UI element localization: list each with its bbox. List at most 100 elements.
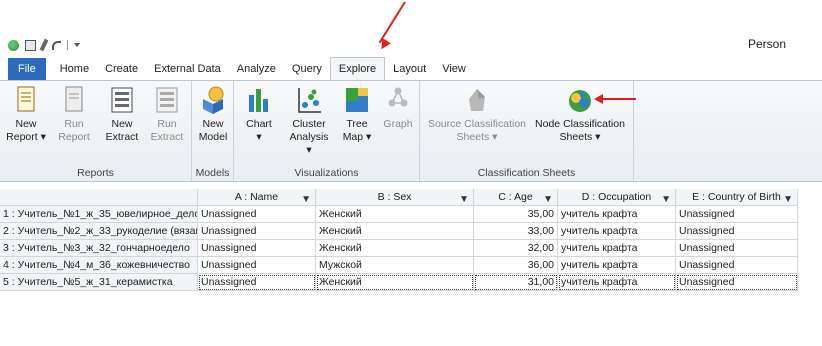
row-header[interactable]: 3 : Учитель_№3_ж_32_гончарноедело [0, 240, 198, 257]
run-extract-label: Run Extract [150, 118, 184, 143]
node-classification-icon [569, 90, 591, 112]
app-icon[interactable] [8, 39, 19, 51]
cell-age[interactable]: 31,00 [474, 274, 558, 291]
cell-country[interactable]: Unassigned [676, 223, 798, 240]
chart-button[interactable]: Chart ▾ [242, 85, 276, 144]
column-header-age[interactable]: C : Age ▼ [474, 189, 558, 206]
column-header-age-label: C : Age [498, 191, 533, 203]
cell-sex[interactable]: Мужской [316, 257, 474, 274]
group-label-classification-sheets: Classification Sheets [477, 167, 576, 179]
tab-home[interactable]: Home [52, 58, 97, 80]
filter-icon[interactable]: ▼ [661, 192, 671, 205]
annotation-arrow-side-head [594, 94, 603, 104]
tab-view[interactable]: View [434, 58, 474, 80]
group-label-reports: Reports [77, 167, 114, 179]
ribbon-tabs: File Home Create External Data Analyze Q… [0, 57, 822, 80]
cell-sex[interactable]: Женский [316, 240, 474, 257]
cell-occupation[interactable]: учитель крафта [558, 223, 676, 240]
new-report-button[interactable]: New Report ▾ [6, 85, 46, 144]
column-header-name-label: A : Name [234, 191, 279, 203]
table-row[interactable]: 1 : Учитель_№1_ж_35_ювелирное_дело Unass… [0, 206, 800, 223]
quick-access-toolbar [8, 38, 80, 52]
cell-age[interactable]: 35,00 [474, 206, 558, 223]
table-row[interactable]: 4 : Учитель_№4_м_36_кожевничество Unassi… [0, 257, 800, 274]
cell-sex[interactable]: Женский [316, 223, 474, 240]
corner-cell [0, 189, 198, 206]
graph-icon [388, 87, 408, 107]
column-header-occupation-label: D : Occupation [581, 191, 652, 203]
cell-country[interactable]: Unassigned [676, 206, 798, 223]
cell-age[interactable]: 32,00 [474, 240, 558, 257]
column-header-country-of-birth[interactable]: E : Country of Birth ▼ [676, 189, 798, 206]
undo-icon[interactable] [52, 40, 61, 50]
title-bar: Person [0, 0, 822, 56]
node-classification-label: Node Classification Sheets ▾ [535, 118, 625, 143]
cell-country[interactable]: Unassigned [676, 257, 798, 274]
tree-map-button[interactable]: Tree Map ▾ [340, 85, 374, 144]
filter-icon[interactable]: ▼ [459, 192, 469, 205]
cell-age[interactable]: 36,00 [474, 257, 558, 274]
tree-map-icon [346, 88, 368, 112]
cell-name[interactable]: Unassigned [198, 274, 316, 291]
column-header-name[interactable]: A : Name ▼ [198, 189, 316, 206]
cell-name[interactable]: Unassigned [198, 257, 316, 274]
annotation-arrow-side [600, 98, 636, 100]
tab-analyze[interactable]: Analyze [229, 58, 284, 80]
filter-icon[interactable]: ▼ [301, 192, 311, 205]
row-header[interactable]: 2 : Учитель_№2_ж_33_рукоделие (вязание) [0, 223, 198, 240]
run-report-button[interactable]: Run Report [56, 85, 92, 144]
table-row[interactable]: 5 : Учитель_№5_ж_31_керамистка Unassigne… [0, 274, 800, 291]
tab-query[interactable]: Query [284, 58, 330, 80]
pen-icon[interactable] [39, 38, 49, 52]
new-extract-label: New Extract [105, 118, 139, 143]
cell-country[interactable]: Unassigned [676, 240, 798, 257]
ribbon: New Report ▾ Run Report New Extract Run … [0, 80, 822, 182]
cell-age[interactable]: 33,00 [474, 223, 558, 240]
tree-map-label: Tree Map ▾ [342, 118, 372, 143]
cluster-analysis-button[interactable]: Cluster Analysis ▾ [286, 85, 332, 157]
cell-name[interactable]: Unassigned [198, 223, 316, 240]
cell-sex[interactable]: Женский [316, 206, 474, 223]
tab-explore[interactable]: Explore [329, 57, 386, 80]
customize-dropdown-icon[interactable] [74, 43, 80, 47]
new-model-label: New Model [198, 118, 228, 143]
new-report-icon [17, 86, 35, 112]
filter-icon[interactable]: ▼ [783, 192, 793, 205]
cell-occupation[interactable]: учитель крафта [558, 257, 676, 274]
column-header-sex[interactable]: B : Sex ▼ [316, 189, 474, 206]
run-report-icon [65, 86, 83, 112]
group-models: New Model Models [192, 81, 234, 181]
cell-name[interactable]: Unassigned [198, 206, 316, 223]
cell-occupation[interactable]: учитель крафта [558, 240, 676, 257]
filter-icon[interactable]: ▼ [543, 192, 553, 205]
row-header[interactable]: 1 : Учитель_№1_ж_35_ювелирное_дело [0, 206, 198, 223]
column-header-occupation[interactable]: D : Occupation ▼ [558, 189, 676, 206]
cell-sex[interactable]: Женский [316, 274, 474, 291]
tab-external-data[interactable]: External Data [146, 58, 229, 80]
column-header-sex-label: B : Sex [377, 191, 412, 203]
cell-name[interactable]: Unassigned [198, 240, 316, 257]
row-header[interactable]: 4 : Учитель_№4_м_36_кожевничество [0, 257, 198, 274]
cell-country[interactable]: Unassigned [676, 274, 798, 291]
cell-occupation[interactable]: учитель крафта [558, 206, 676, 223]
group-visualizations: Chart ▾ Cluster Analysis ▾ Tree Map ▾ Gr… [234, 81, 420, 181]
row-header[interactable]: 5 : Учитель_№5_ж_31_керамистка [0, 274, 198, 291]
new-model-button[interactable]: New Model [194, 85, 232, 144]
tab-layout[interactable]: Layout [385, 58, 434, 80]
run-extract-button[interactable]: Run Extract [148, 85, 186, 144]
node-classification-sheets-button[interactable]: Node Classification Sheets ▾ [532, 85, 628, 144]
new-extract-button[interactable]: New Extract [102, 85, 142, 144]
graph-button[interactable]: Graph [380, 85, 416, 131]
tab-file[interactable]: File [8, 58, 46, 80]
source-classification-icon [469, 89, 485, 111]
tab-create[interactable]: Create [97, 58, 146, 80]
source-classification-sheets-button[interactable]: Source Classification Sheets ▾ [426, 85, 528, 144]
table-row[interactable]: 2 : Учитель_№2_ж_33_рукоделие (вязание) … [0, 223, 800, 240]
cell-occupation[interactable]: учитель крафта [558, 274, 676, 291]
chart-label: Chart ▾ [246, 118, 272, 143]
table-row[interactable]: 3 : Учитель_№3_ж_32_гончарноедело Unassi… [0, 240, 800, 257]
new-report-label: New Report ▾ [6, 118, 46, 143]
window-title: Person [747, 37, 786, 51]
group-reports: New Report ▾ Run Report New Extract Run … [0, 81, 192, 181]
save-icon[interactable] [25, 39, 36, 51]
